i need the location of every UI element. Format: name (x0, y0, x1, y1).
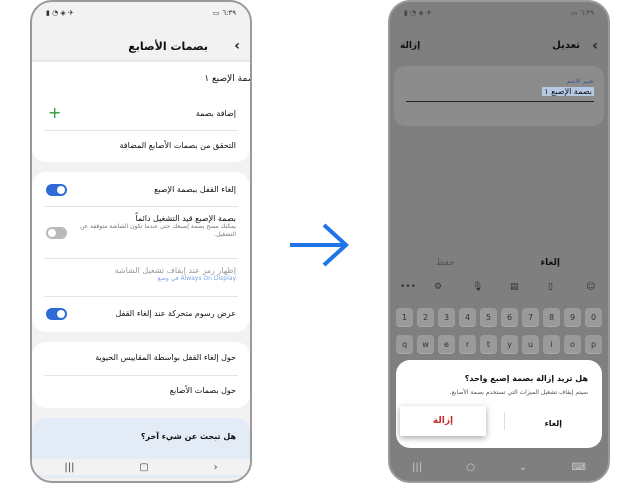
dialog-text: سيتم إيقاف تشغيل الميزات التي تستخدم بصم… (449, 389, 588, 396)
check-fingerprints-label: التحقق من بصمات الأصابع المضافة (119, 141, 236, 150)
key-w[interactable]: w (417, 335, 434, 353)
key-o[interactable]: o (564, 335, 581, 353)
action-row: إلغاء حفظ (390, 258, 608, 272)
home-icon[interactable]: ○ (466, 462, 475, 473)
looking-row: هل تبحث عن شيء آخر؟ (32, 432, 250, 441)
key-9[interactable]: 9 (564, 308, 581, 326)
name-input[interactable]: بصمة الإصبع ١ (542, 87, 594, 96)
always-on-label: بصمة الإصبع قيد التشغيل دائماً (135, 214, 236, 223)
always-on-toggle[interactable] (46, 227, 67, 239)
status-time: ٦:٣٩ (580, 9, 594, 17)
divider (44, 130, 238, 131)
key-4[interactable]: 4 (459, 308, 476, 326)
name-field-card: تغيير الاسم بصمة الإصبع ١ (394, 66, 604, 126)
show-icon-row: إظهار رمز عند إيقاف تشغيل الشاشة Always … (32, 266, 250, 283)
key-p[interactable]: p (585, 335, 602, 353)
recents-icon[interactable]: ||| (412, 462, 422, 473)
key-8[interactable]: 8 (543, 308, 560, 326)
collapse-icon[interactable]: ⌄ (519, 462, 527, 473)
about-fingerprints-label: حول بصمات الأصابع (169, 386, 236, 395)
divider (504, 412, 505, 430)
key-2[interactable]: 2 (417, 308, 434, 326)
battery-icon: ▭ (212, 9, 220, 17)
status-bar: ▮ ◔ ◈ ✈ ▭ ٦:٣٩ (32, 6, 250, 20)
right-arrow-icon (290, 223, 349, 267)
animation-label: عرض رسوم متحركة عند إلغاء القفل (115, 309, 236, 318)
key-0[interactable]: 0 (585, 308, 602, 326)
clipboard-icon[interactable]: ▤ (510, 282, 519, 292)
header: ‹ تعديل إزالة (390, 38, 608, 58)
about-card: حول إلغاء القفل بواسطة المقاييس الحيوية … (32, 342, 250, 408)
fingerprint-card: إضافة بصمة + التحقق من بصمات الأصابع الم… (32, 100, 250, 162)
key-r[interactable]: r (459, 335, 476, 353)
about-fingerprints-row[interactable]: حول بصمات الأصابع (32, 386, 250, 395)
key-q[interactable]: q (396, 335, 413, 353)
remove-dialog: هل تريد إزالة بصمة إصبع واحد؟ سيتم إيقاف… (396, 360, 602, 448)
cancel-button[interactable]: إلغاء (540, 258, 560, 268)
divider (44, 296, 238, 297)
status-icons-left: ▮ ◔ ◈ ✈ (46, 9, 74, 17)
sticker-icon[interactable]: ▯ (548, 282, 553, 292)
dialog-title: هل تريد إزالة بصمة إصبع واحد؟ (464, 374, 588, 383)
settings-icon[interactable]: ⚙ (434, 282, 442, 292)
key-1[interactable]: 1 (396, 308, 413, 326)
show-icon-sub: Always On Display في وضع (157, 275, 236, 282)
phone-edit-screen: ▮ ◔ ◈ ✈ ▭ ٦:٣٩ ‹ تعديل إزالة تغيير الاسم … (388, 0, 610, 483)
check-fingerprints-row[interactable]: التحقق من بصمات الأصابع المضافة (32, 141, 250, 150)
page-title: تعديل (552, 40, 580, 51)
key-3[interactable]: 3 (438, 308, 455, 326)
plus-icon[interactable]: + (48, 103, 61, 122)
key-7[interactable]: 7 (522, 308, 539, 326)
key-y[interactable]: y (501, 335, 518, 353)
status-time: ٦:٣٩ (222, 9, 236, 17)
key-u[interactable]: u (522, 335, 539, 353)
save-button[interactable]: حفظ (436, 258, 455, 268)
biometrics-label: حول إلغاء القفل بواسطة المقاييس الحيوية (95, 353, 236, 362)
page-title: بصمات الأصابع (128, 40, 208, 53)
recents-icon[interactable]: ||| (64, 462, 74, 473)
divider (44, 206, 238, 207)
nav-bar: ||| ○ ⌄ ⌨ (390, 459, 608, 475)
battery-icon: ▭ (570, 9, 578, 17)
unlock-toggle[interactable] (46, 184, 67, 196)
field-label: تغيير الاسم (566, 78, 594, 85)
options-card: إلغاء القفل ببصمة الإصبع بصمة الإصبع قيد… (32, 172, 250, 332)
biometrics-row[interactable]: حول إلغاء القفل بواسطة المقاييس الحيوية (32, 353, 250, 362)
dialog-remove-button[interactable]: إزالة (400, 406, 486, 436)
back-icon[interactable]: › (214, 462, 218, 473)
key-6[interactable]: 6 (501, 308, 518, 326)
divider (44, 258, 238, 259)
animation-toggle[interactable] (46, 308, 67, 320)
input-underline (406, 101, 594, 102)
mic-icon[interactable]: 🎙 (472, 282, 483, 292)
key-5[interactable]: 5 (480, 308, 497, 326)
add-fingerprint-label: إضافة بصمة (195, 109, 236, 118)
looking-label: هل تبحث عن شيء آخر؟ (140, 432, 236, 441)
phone-settings-screen: ▮ ◔ ◈ ✈ ▭٦:٣٩ ‹ بصمات الأصابع بصمة الإصب… (30, 0, 252, 483)
header: ‹ بصمات الأصابع (32, 38, 250, 58)
keyboard-icon[interactable]: ⌨ (572, 462, 586, 473)
more-icon[interactable]: ••• (400, 282, 416, 292)
unlock-label: إلغاء القفل ببصمة الإصبع (154, 185, 236, 194)
nav-bar: ||| ▢ › (32, 459, 250, 475)
dialog-cancel-button[interactable]: إلغاء (545, 419, 562, 428)
status-bar: ▮ ◔ ◈ ✈ ▭ ٦:٣٩ (390, 6, 608, 20)
status-icons-left: ▮ ◔ ◈ ✈ (404, 9, 432, 17)
divider (44, 375, 238, 376)
fingerprint-item[interactable]: بصمة الإصبع ١ (32, 62, 250, 100)
show-icon-label: إظهار رمز عند إيقاف تشغيل الشاشة (114, 266, 236, 275)
add-fingerprint-row[interactable]: إضافة بصمة (32, 109, 250, 118)
key-i[interactable]: i (543, 335, 560, 353)
keyboard-toolbar: ••• ⚙ 🎙 ▤ ▯ ☺ (390, 282, 608, 298)
remove-button[interactable]: إزالة (400, 41, 420, 51)
back-chevron-icon[interactable]: ‹ (234, 38, 240, 54)
home-icon[interactable]: ▢ (139, 462, 148, 473)
back-chevron-icon[interactable]: ‹ (592, 38, 598, 54)
fingerprint-name: بصمة الإصبع ١ (204, 74, 250, 84)
emoji-icon[interactable]: ☺ (586, 282, 595, 292)
key-e[interactable]: e (438, 335, 455, 353)
key-t[interactable]: t (480, 335, 497, 353)
